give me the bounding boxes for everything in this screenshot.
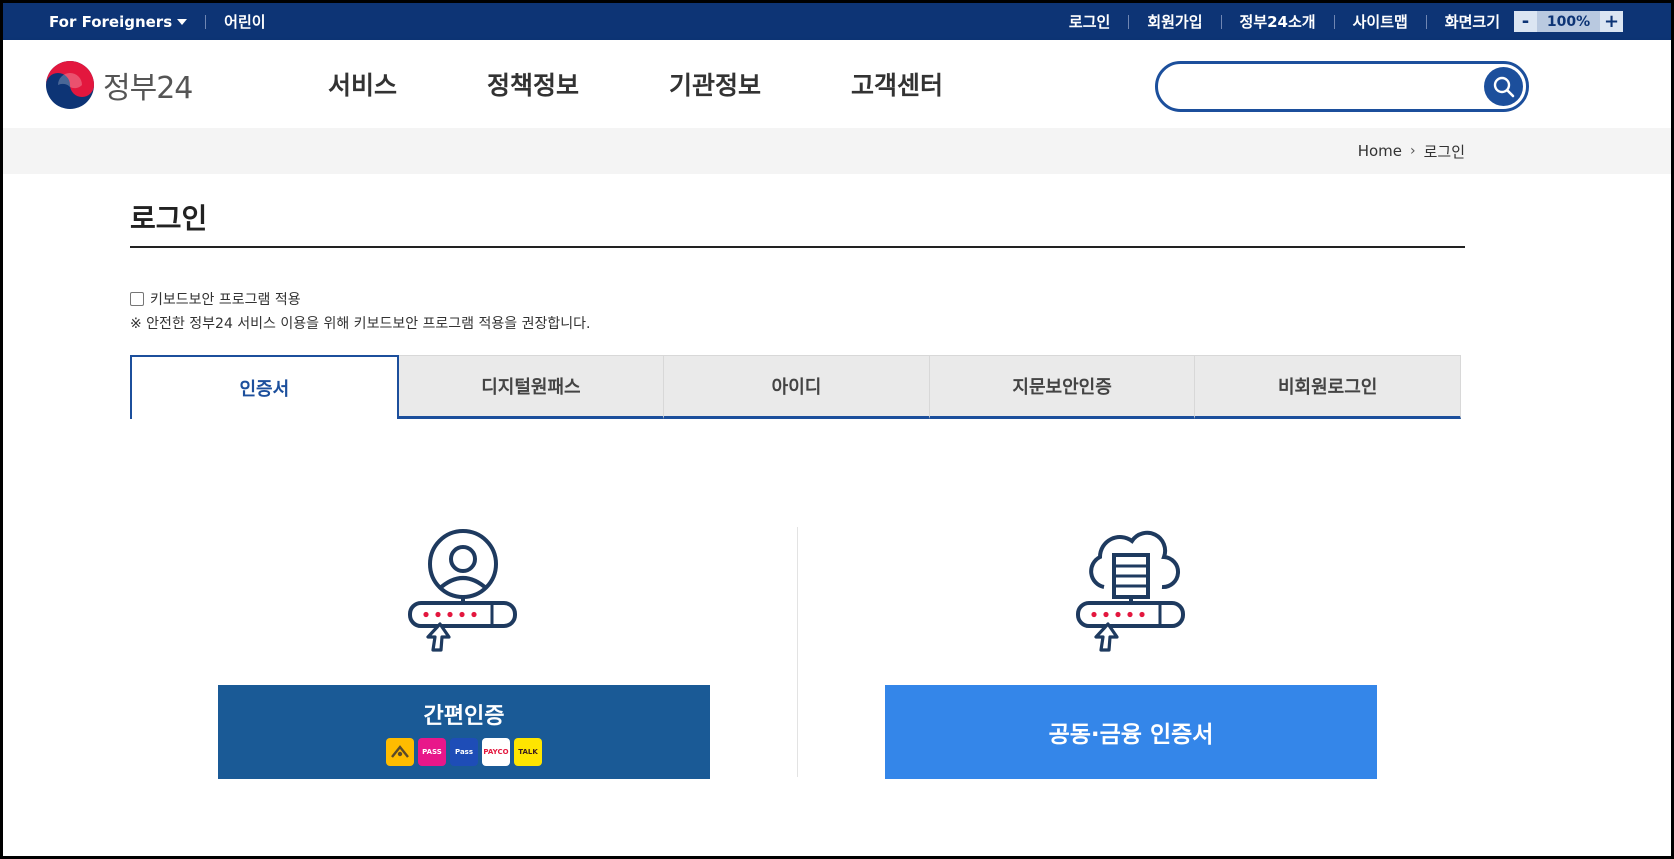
- kids-link[interactable]: 어린이: [224, 11, 265, 32]
- breadcrumb-bar: Home › 로그인: [3, 128, 1671, 174]
- caret-down-icon: [177, 19, 188, 25]
- sitemap-link[interactable]: 사이트맵: [1353, 11, 1408, 32]
- pass-icon: PASS: [418, 738, 446, 766]
- logo-text: 정부24: [103, 71, 193, 106]
- tab-digital-onepass[interactable]: 디지털원패스: [398, 355, 665, 419]
- nav-policy[interactable]: 정책정보: [487, 66, 579, 102]
- for-foreigners-dropdown[interactable]: For Foreigners: [49, 12, 188, 31]
- kb-icon: [386, 738, 414, 766]
- top-utility-bar: For Foreigners 어린이 로그인 회원가입 정부24소개 사이트맵 …: [3, 3, 1671, 40]
- divider: [1128, 14, 1130, 29]
- zoom-out-button[interactable]: -: [1514, 11, 1537, 32]
- certificate-label: 공동·금융 인증서: [1048, 722, 1214, 748]
- divider: [1333, 14, 1335, 29]
- zoom-value: 100%: [1537, 11, 1600, 32]
- search-icon: [1493, 76, 1514, 97]
- search-input[interactable]: [1176, 72, 1476, 102]
- for-foreigners-label: For Foreigners: [49, 12, 173, 31]
- login-method-tabs: 인증서 디지털원패스 아이디 지문보안인증 비회원로그인: [130, 355, 1461, 419]
- divider: [205, 14, 207, 29]
- certificate-button[interactable]: 공동·금융 인증서: [885, 685, 1377, 779]
- breadcrumb-current: 로그인: [1423, 142, 1465, 161]
- tab-id[interactable]: 아이디: [664, 355, 930, 419]
- chevron-right-icon: ›: [1409, 143, 1416, 159]
- page-title: 로그인: [130, 202, 208, 235]
- keyboard-security-checkbox[interactable]: [130, 292, 144, 306]
- nav-services[interactable]: 서비스: [328, 66, 397, 102]
- zoom-control: - 100% +: [1514, 11, 1623, 32]
- signup-link[interactable]: 회원가입: [1147, 11, 1202, 32]
- cloud-server-password-icon: [1076, 530, 1185, 652]
- login-link[interactable]: 로그인: [1069, 11, 1110, 32]
- taegeuk-logo-icon: [46, 61, 94, 109]
- simple-auth-illustration: [406, 527, 522, 661]
- nav-support[interactable]: 고객센터: [851, 66, 943, 102]
- zoom-in-button[interactable]: +: [1600, 11, 1623, 32]
- header: 정부24 서비스 정책정보 기관정보 고객센터: [3, 40, 1671, 128]
- nav-agencies[interactable]: 기관정보: [669, 66, 761, 102]
- tab-certificate[interactable]: 인증서: [130, 355, 399, 419]
- simple-auth-label: 간편인증: [423, 704, 505, 729]
- cert-illustration: [1074, 527, 1190, 661]
- kakaotalk-icon: TALK: [514, 738, 542, 766]
- search-box: [1155, 61, 1529, 112]
- provider-icons: PASS Pass PAYCO TALK: [384, 738, 544, 766]
- divider: [1425, 14, 1427, 29]
- simple-auth-button[interactable]: 간편인증 PASS Pass PAYCO TALK: [218, 685, 710, 779]
- keyboard-security-option[interactable]: 키보드보안 프로그램 적용: [130, 289, 301, 309]
- site-logo[interactable]: 정부24: [45, 60, 193, 110]
- payco-icon: PAYCO: [482, 738, 510, 766]
- title-underline: [130, 246, 1465, 248]
- about-link[interactable]: 정부24소개: [1240, 11, 1316, 32]
- search-button[interactable]: [1484, 67, 1523, 106]
- keyboard-security-label: 키보드보안 프로그램 적용: [150, 292, 301, 308]
- user-password-icon: [408, 529, 517, 652]
- divider: [1220, 14, 1222, 29]
- breadcrumb-home[interactable]: Home: [1358, 142, 1402, 160]
- main-nav: 서비스 정책정보 기관정보 고객센터: [328, 40, 1033, 128]
- tab-guest-login[interactable]: 비회원로그인: [1195, 355, 1461, 419]
- samsung-pass-icon: Pass: [450, 738, 478, 766]
- breadcrumb: Home › 로그인: [1358, 128, 1465, 174]
- page: For Foreigners 어린이 로그인 회원가입 정부24소개 사이트맵 …: [3, 3, 1671, 856]
- tab-fingerprint[interactable]: 지문보안인증: [929, 355, 1196, 419]
- column-divider: [797, 527, 798, 777]
- zoom-label: 화면크기: [1444, 13, 1500, 31]
- keyboard-security-note: ※ 안전한 정부24 서비스 이용을 위해 키보드보안 프로그램 적용을 권장합…: [130, 316, 591, 332]
